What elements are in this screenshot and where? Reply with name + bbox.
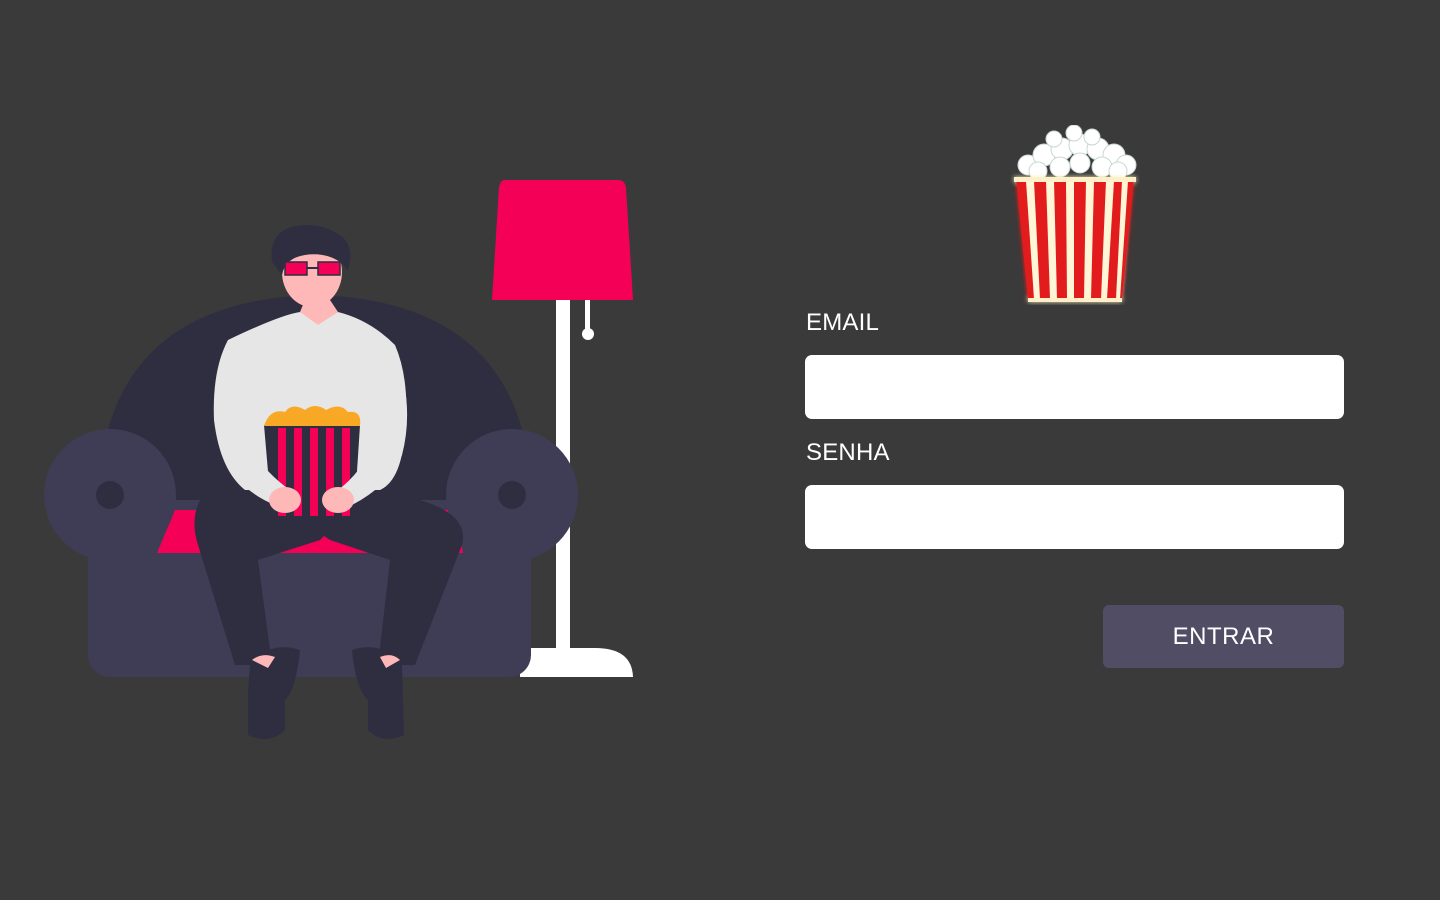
couch-person-icon: [44, 180, 633, 739]
email-field[interactable]: [805, 355, 1344, 419]
email-label: EMAIL: [806, 309, 880, 336]
movie-watcher-illustration: [0, 0, 720, 900]
password-label: SENHA: [806, 439, 890, 466]
password-field[interactable]: [805, 485, 1344, 549]
login-page: EMAIL SENHA ENTRAR: [0, 0, 1440, 900]
popcorn-icon: [1014, 125, 1137, 302]
login-button[interactable]: ENTRAR: [1103, 605, 1344, 668]
